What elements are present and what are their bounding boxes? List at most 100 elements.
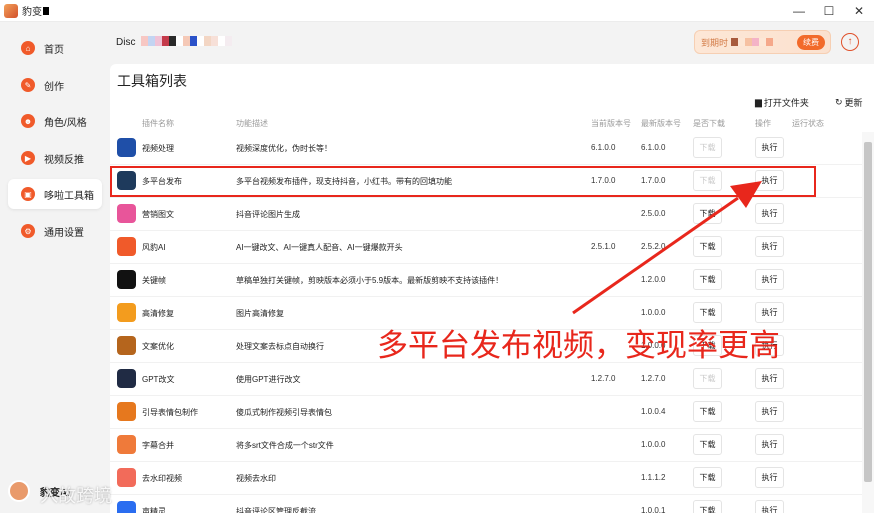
- subscription-promo[interactable]: 到期时 续费: [694, 30, 831, 54]
- toolbox-panel: 工具箱列表 ▆ 打开文件夹 ↻ 更新 插件名称 功能描述 当前版本号 最新版本号…: [110, 64, 874, 513]
- table-row: 风豹AI AI一键改文、AI一键真人配音、AI一键爆款开头 2.5.1.0 2.5.2…: [110, 231, 862, 264]
- redaction-pixels: [141, 36, 232, 46]
- run-button[interactable]: 执行: [755, 203, 784, 224]
- download-button[interactable]: 下载: [693, 467, 722, 488]
- create-icon: ✎: [21, 78, 35, 92]
- run-button[interactable]: 执行: [755, 434, 784, 455]
- column-header: 操作: [755, 119, 771, 128]
- plugin-name: 高清修复: [142, 309, 174, 318]
- plugin-description: 将多srt文件合成一个str文件: [236, 441, 334, 450]
- sidebar: ⌂ 首页 ✎ 创作 ☻ 角色/风格 ▶ 视频反推 ▣ 哆啦工具箱 ⚙ 通用设置 …: [0, 22, 110, 513]
- discord-label: Disc: [116, 37, 136, 48]
- sidebar-item-video-reverse[interactable]: ▶ 视频反推: [8, 143, 102, 173]
- table-row: 字幕合并 将多srt文件合成一个str文件 1.0.0.0 下载 执行: [110, 429, 862, 462]
- plugin-description: 处理文案去标点自动换行: [236, 342, 324, 351]
- plugin-name: 文案优化: [142, 342, 174, 351]
- run-button[interactable]: 执行: [755, 236, 784, 257]
- scrollbar[interactable]: [862, 132, 874, 513]
- download-button[interactable]: 下载: [693, 500, 722, 513]
- column-header: 功能描述: [236, 119, 268, 128]
- toolbox-icon: ▣: [21, 187, 35, 201]
- arrow-up-icon[interactable]: ↑: [841, 33, 859, 51]
- column-header: 当前版本号: [591, 119, 631, 128]
- page-title: 工具箱列表: [117, 73, 187, 89]
- table-row: GPT改文 使用GPT进行改文 1.2.7.0 1.2.7.0 下载 执行: [110, 363, 862, 396]
- close-icon[interactable]: ✕: [844, 0, 874, 22]
- minimize-icon[interactable]: —: [784, 0, 814, 22]
- header: Disc 到期时 续费 ↑: [110, 22, 874, 64]
- run-button[interactable]: 执行: [755, 368, 784, 389]
- sidebar-item-label: 创作: [44, 81, 64, 93]
- sidebar-item-toolbox[interactable]: ▣ 哆啦工具箱: [8, 179, 102, 209]
- sidebar-item-create[interactable]: ✎ 创作: [8, 70, 102, 100]
- plugin-icon: [117, 402, 136, 421]
- home-icon: ⌂: [21, 41, 35, 55]
- latest-version: 2.5.2.0: [641, 242, 666, 251]
- download-button[interactable]: 下载: [693, 401, 722, 422]
- plugin-name: 声精灵: [142, 507, 166, 513]
- refresh-icon: ↻: [835, 97, 843, 107]
- sidebar-item-label: 视频反推: [44, 154, 84, 166]
- refresh-label: 更新: [844, 98, 863, 108]
- sidebar-item-settings[interactable]: ⚙ 通用设置: [8, 216, 102, 246]
- column-header: 插件名称: [142, 119, 174, 128]
- run-button[interactable]: 执行: [755, 500, 784, 513]
- sidebar-item-label: 角色/风格: [44, 117, 87, 129]
- download-button[interactable]: 下载: [693, 269, 722, 290]
- table-row: 关键帧 草稿单独打关键帧，剪映版本必须小于5.9版本。最新版剪映不支持该插件！ 1.…: [110, 264, 862, 297]
- column-header: 运行状态: [792, 119, 824, 128]
- title-bar: 豹变 — ☐ ✕: [0, 0, 874, 22]
- latest-version: 1.0.0.4: [641, 407, 666, 416]
- latest-version: 2.5.0.0: [641, 209, 666, 218]
- plugin-name: GPT改文: [142, 375, 175, 384]
- sidebar-item-home[interactable]: ⌂ 首页: [8, 33, 102, 63]
- latest-version: 1.0.0.0: [641, 440, 666, 449]
- plugin-name: 引导表情包制作: [142, 408, 198, 417]
- download-button[interactable]: 下载: [693, 203, 722, 224]
- latest-version: 1.1.1.2: [641, 473, 666, 482]
- plugin-icon: [117, 204, 136, 223]
- latest-version: 1.2.7.0: [641, 374, 666, 383]
- plugin-description: 视频深度优化，伪时长等！: [236, 144, 332, 153]
- sidebar-item-label: 哆啦工具箱: [44, 190, 94, 202]
- sidebar-item-label: 首页: [44, 44, 64, 56]
- download-button[interactable]: 下载: [693, 236, 722, 257]
- sidebar-item-character[interactable]: ☻ 角色/风格: [8, 106, 102, 136]
- plugin-description: 使用GPT进行改文: [236, 375, 301, 384]
- plugin-description: AI一键改文、AI一键真人配音、AI一键爆款开头: [236, 243, 403, 252]
- table-header: 插件名称 功能描述 当前版本号 最新版本号 是否下载 操作 运行状态: [110, 116, 862, 132]
- run-button[interactable]: 执行: [755, 269, 784, 290]
- plugin-description: 图片高清修复: [236, 309, 284, 318]
- open-folder-button[interactable]: ▆ 打开文件夹: [755, 96, 809, 109]
- run-button[interactable]: 执行: [755, 401, 784, 422]
- app-logo-icon: [4, 3, 18, 18]
- redaction-pixels: [731, 38, 774, 46]
- watermark: 入故跨境: [40, 486, 112, 506]
- scrollbar-thumb[interactable]: [864, 142, 872, 482]
- plugin-description: 抖音评论区管理反截流: [236, 507, 316, 513]
- plugin-icon: [117, 138, 136, 157]
- download-button[interactable]: 下载: [693, 137, 722, 158]
- table-row: 引导表情包制作 傻瓜式制作视频引导表情包 1.0.0.4 下载 执行: [110, 396, 862, 429]
- download-button[interactable]: 下载: [693, 368, 722, 389]
- latest-version: 1.0.0.0: [641, 308, 666, 317]
- run-button[interactable]: 执行: [755, 467, 784, 488]
- refresh-button[interactable]: ↻ 更新: [835, 96, 863, 109]
- person-icon: ☻: [21, 114, 35, 128]
- plugin-name: 视频处理: [142, 144, 174, 153]
- maximize-icon[interactable]: ☐: [814, 0, 844, 22]
- latest-version: 1.2.0.0: [641, 275, 666, 284]
- download-button[interactable]: 下载: [693, 434, 722, 455]
- latest-version: 6.1.0.0: [641, 143, 666, 152]
- plugin-icon: [117, 237, 136, 256]
- run-button[interactable]: 执行: [755, 137, 784, 158]
- table-row: 视频处理 视频深度优化，伪时长等！ 6.1.0.0 6.1.0.0 下载 执行: [110, 132, 862, 165]
- column-header: 最新版本号: [641, 119, 681, 128]
- promo-text: 到期时: [701, 37, 729, 48]
- plugin-description: 傻瓜式制作视频引导表情包: [236, 408, 332, 417]
- folder-icon: ▆: [755, 97, 762, 107]
- avatar: [8, 480, 30, 502]
- plugin-icon: [117, 435, 136, 454]
- renew-button[interactable]: 续费: [797, 35, 825, 50]
- plugin-name: 风豹AI: [142, 243, 166, 252]
